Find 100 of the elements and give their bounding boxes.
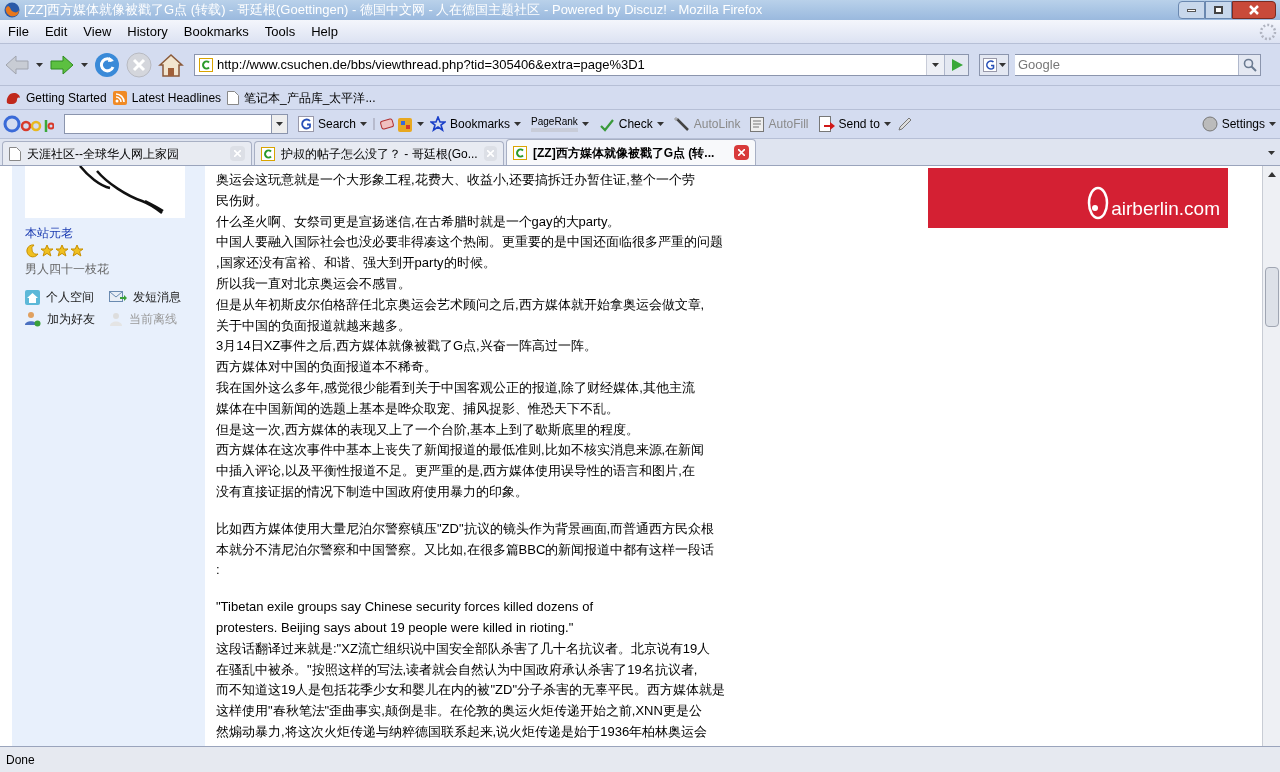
post-text-line: 这样使用"春秋笔法"歪曲事实,颠倒是非。在伦敦的奥运火炬传递开始之前,XNN更是公	[216, 702, 703, 721]
ad-banner[interactable]: airberlin.com	[928, 168, 1228, 228]
menu-item[interactable]: View	[75, 21, 120, 42]
profile-link[interactable]: 加为好友	[25, 310, 109, 328]
url-input[interactable]: http://www.csuchen.de/bbs/viewthread.php?tid=305406&extra=page%3D1	[217, 54, 926, 75]
send-icon	[818, 116, 835, 132]
user-icon	[108, 311, 123, 327]
menu-item[interactable]: Edit	[36, 21, 76, 42]
post-text-line: 然煽动暴力,将这次火炬传递与纳粹德国联系起来,说火炬传递是始于1936年柏林奥运会	[216, 722, 709, 741]
caret-icon[interactable]	[276, 122, 283, 126]
ad-text: airberlin.com	[1111, 198, 1220, 220]
bookmark-item[interactable]: Latest Headlines	[112, 88, 222, 107]
search-input[interactable]: Google	[1015, 54, 1238, 75]
caret-icon[interactable]	[417, 122, 425, 126]
caret-icon[interactable]	[932, 62, 939, 67]
scroll-thumb[interactable]	[1264, 267, 1279, 327]
caret-icon[interactable]	[1267, 151, 1275, 155]
close-icon	[234, 150, 241, 157]
post-text-line: 我在国外这么多年,感觉很少能看到关于中国客观公正的报道,除了财经媒体,其他主流	[216, 378, 696, 397]
settings-button[interactable]: Settings	[1201, 115, 1278, 133]
search-button[interactable]	[1238, 54, 1260, 75]
star-icon	[70, 244, 84, 258]
profile-link[interactable]: 个人空间	[25, 288, 109, 306]
caret-icon[interactable]	[36, 62, 43, 67]
toolbar-button[interactable]: PageRank	[527, 113, 593, 135]
g-icon	[982, 57, 997, 72]
home-button[interactable]	[158, 51, 184, 78]
menu-item[interactable]: Tools	[256, 21, 304, 42]
moon-icon	[25, 244, 39, 258]
toolbar-button[interactable]: Check	[594, 113, 668, 135]
site-icon	[261, 146, 275, 161]
caret-icon[interactable]	[581, 122, 589, 126]
home-icon	[25, 289, 40, 305]
highlight-icon[interactable]	[373, 116, 396, 132]
post-text-line: 民伤财。	[216, 191, 269, 210]
post-text-line: 本就分不清尼泊尔警察和中国警察。又比如,在很多篇BBC的新闻报道中都有这样一段话	[216, 540, 716, 559]
close-icon	[1249, 5, 1259, 15]
post-text-line: 3月14日XZ事件之后,西方媒体就像被戳了G点,兴奋一阵高过一阵。	[216, 337, 598, 356]
caret-icon[interactable]	[883, 122, 891, 126]
play-icon	[950, 58, 963, 71]
caret-icon[interactable]	[998, 62, 1006, 67]
circle-icon	[1201, 116, 1218, 132]
caret-icon[interactable]	[81, 62, 88, 67]
toolbar-button[interactable]: Send to	[814, 113, 895, 135]
browser-tab[interactable]: [ZZ]西方媒体就像被戳了G点 (转...	[506, 139, 756, 165]
caret-icon[interactable]	[1269, 122, 1276, 126]
post-text-line: 在骚乱中被杀。"按照这样的写法,读者就会自然认为中国政府承认杀害了19名抗议者,	[216, 660, 699, 679]
pencil-icon[interactable]	[896, 116, 913, 132]
toolbar-button[interactable]: Search	[294, 113, 372, 135]
post-text-line: 中插入评论,以及平衡性报道不足。更严重的是,西方媒体使用误导性的语言和图片,在	[216, 462, 696, 481]
rank-title: 本站元老	[25, 225, 74, 242]
star-icon	[55, 244, 69, 258]
profile-link[interactable]: 发短消息	[108, 288, 192, 306]
nickname: 男人四十一枝花	[25, 261, 110, 278]
browser-tab[interactable]: 护叔的帖子怎么没了？ - 哥廷根(Go...	[254, 141, 504, 165]
bookmark-item[interactable]: Getting Started	[5, 88, 107, 107]
menu-item[interactable]: File	[0, 21, 37, 42]
post-text-line: 比如西方媒体使用大量尼泊尔警察镇压"ZD"抗议的镜头作为背景画面,而普通西方民众根	[216, 519, 716, 538]
post-text-line: 奥运会这玩意就是一个大形象工程,花费大、收益小,还要搞拆迁办暂住证,整个一个劳	[216, 171, 696, 189]
close-icon	[738, 149, 745, 156]
form-icon	[750, 116, 765, 132]
search-engine-button[interactable]	[979, 53, 1009, 76]
maximize-button[interactable]	[1205, 1, 1232, 19]
address-field[interactable]: http://www.csuchen.de/bbs/viewthread.php?tid=305406&extra=page%3D1	[194, 53, 969, 76]
google-search-field[interactable]	[64, 114, 288, 134]
post-text-line: 关于中国的负面报道就越来越多。	[216, 316, 412, 335]
post-text-line: 而不知道这19人是包括花季少女和婴儿在内的被"ZD"分子杀害的无辜平民。西方媒体就是	[216, 681, 727, 700]
home-icon	[158, 51, 184, 78]
menu-item[interactable]: Help	[303, 21, 346, 42]
envelope-icon	[108, 290, 127, 304]
browser-tab[interactable]: 天涯社区--全球华人网上家园	[2, 141, 252, 165]
post-text-line: :	[216, 561, 221, 580]
user-add-icon	[25, 311, 41, 327]
caret-icon[interactable]	[360, 122, 368, 126]
toolbar-button[interactable]: Bookmarks	[426, 113, 526, 135]
tab-close-button[interactable]	[734, 145, 749, 160]
minimize-button[interactable]	[1178, 1, 1205, 19]
caret-icon[interactable]	[656, 122, 664, 126]
menu-item[interactable]: Bookmarks	[175, 21, 257, 42]
google-logo	[2, 114, 54, 134]
window-title: [ZZ]西方媒体就像被戳了G点 (转载) - 哥廷根(Goettingen) - 德国中文网 - 人在德国主题社区 - Powered by Discuz! - Mozilla Firefox	[24, 1, 764, 20]
post-text-line: 这段话翻译过来就是:"XZ流亡组织说中国安全部队杀害了几十名抗议者。北京说有19人	[216, 639, 712, 658]
close-button[interactable]	[1232, 1, 1276, 19]
stop-icon	[126, 51, 152, 78]
scroll-up-arrow-icon[interactable]	[1267, 172, 1276, 177]
page-icon	[227, 90, 240, 105]
post-text-line: 但是从年初斯皮尔伯格辞任北京奥运会艺术顾问之后,西方媒体就开始拿奥运会做文章,	[216, 295, 706, 314]
reload-icon	[94, 51, 120, 78]
site-icon	[513, 145, 527, 160]
bookmark-item[interactable]: 笔记本_产品库_太平洋...	[227, 88, 376, 107]
post-text-line: 什么圣火啊、女祭司更是宣扬迷信,在古希腊时就是一个gay的大party。	[216, 212, 622, 231]
g-icon	[298, 116, 314, 132]
star-icon	[430, 116, 447, 132]
post-text-line: 没有直接证据的情况下制造中国政府使用暴力的印象。	[216, 482, 529, 501]
search-field[interactable]: Google	[1015, 53, 1261, 76]
search-icon	[1242, 57, 1257, 72]
menu-item[interactable]: History	[119, 21, 176, 42]
caret-icon[interactable]	[514, 122, 522, 126]
post-text-line: "Tibetan exile groups say Chinese security forces killed dozens of	[216, 598, 594, 617]
reload-button[interactable]	[94, 51, 120, 78]
